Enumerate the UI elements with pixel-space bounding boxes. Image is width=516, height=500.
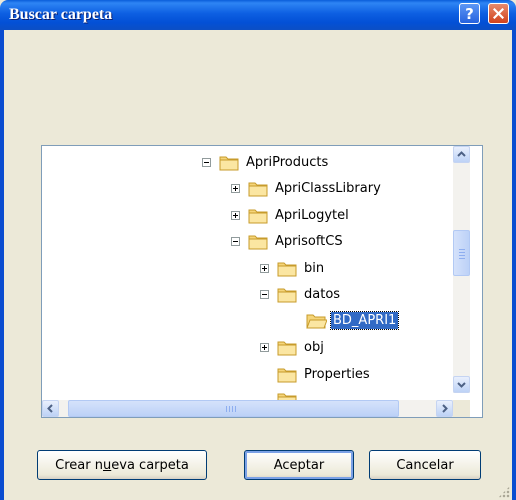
resize-grip-icon[interactable] — [498, 486, 510, 498]
tree-item-label: ApriClassLibrary — [275, 180, 381, 196]
collapse-icon[interactable] — [260, 289, 269, 299]
expand-icon[interactable] — [260, 342, 269, 352]
scroll-up-button[interactable] — [453, 146, 470, 163]
cancel-button[interactable]: Cancelar — [369, 450, 481, 480]
scroll-left-button[interactable] — [42, 400, 59, 417]
tree-item-label: AprisoftCS — [275, 233, 343, 249]
collapse-icon[interactable] — [231, 236, 240, 246]
tree-item-label: bin — [304, 260, 325, 276]
window-frame-left — [0, 30, 4, 500]
tree-item-bin[interactable]: bin — [260, 255, 326, 281]
tree-item-label: ApriLogytel — [275, 207, 349, 223]
new-folder-button[interactable]: Crear nueva carpeta — [37, 450, 207, 480]
folder-icon — [277, 368, 297, 382]
expand-icon[interactable] — [231, 183, 240, 193]
open-folder-icon — [306, 314, 327, 328]
tree-item-label: datos — [304, 286, 341, 302]
help-button[interactable]: ? — [459, 3, 480, 24]
window-title: Buscar carpeta — [9, 6, 113, 23]
horizontal-scroll-thumb[interactable] — [68, 400, 399, 417]
folder-icon — [219, 156, 239, 170]
cancel-label: Cancelar — [396, 457, 454, 473]
tree-item-datos[interactable]: datos — [260, 281, 342, 307]
title-bar[interactable]: Buscar carpeta ? — [0, 0, 516, 30]
window-frame-right — [512, 30, 516, 500]
arrow-down-icon — [457, 382, 466, 388]
arrow-right-icon — [442, 404, 448, 413]
tree-item-label: ApriProducts — [246, 154, 329, 170]
tree-item-apriclasslibrary[interactable]: ApriClassLibrary — [231, 175, 383, 201]
folder-icon — [248, 182, 268, 196]
scroll-right-button[interactable] — [436, 400, 453, 417]
tree-item-label-selected: BD_APRI1 — [329, 310, 400, 330]
scroll-down-button[interactable] — [453, 376, 470, 393]
collapse-icon[interactable] — [202, 157, 211, 167]
arrow-left-icon — [47, 404, 53, 413]
folder-icon — [248, 209, 268, 223]
tree-item-apriproducts[interactable]: ApriProducts — [202, 149, 330, 175]
folder-tree[interactable]: ApriProducts ApriClassLibrary ApriLogyte… — [41, 145, 483, 418]
folder-icon — [248, 235, 268, 249]
expand-icon[interactable] — [260, 263, 269, 273]
folder-icon — [277, 262, 297, 276]
new-folder-label: Crear nueva carpeta — [55, 457, 189, 473]
tree-item-aprisoftcs[interactable]: AprisoftCS — [231, 228, 345, 254]
tree-item-label: Properties — [304, 366, 370, 382]
tree-item-label: obj — [304, 339, 324, 355]
tree-item-aprilogytel[interactable]: ApriLogytel — [231, 202, 351, 228]
horizontal-scrollbar[interactable] — [42, 400, 453, 417]
tree-item-obj[interactable]: obj — [260, 334, 326, 360]
accept-button[interactable]: Aceptar — [244, 450, 354, 480]
help-icon: ? — [465, 4, 474, 23]
tree-item-properties[interactable]: Properties — [277, 361, 372, 387]
vertical-scrollbar[interactable] — [453, 146, 470, 393]
folder-icon — [277, 288, 297, 302]
scrollbar-corner — [453, 400, 470, 417]
folder-icon — [277, 341, 297, 355]
expand-icon[interactable] — [231, 210, 240, 220]
close-button[interactable] — [488, 3, 509, 24]
close-icon — [493, 8, 504, 19]
tree-item-bd-apri1[interactable]: BD_APRI1 — [306, 307, 400, 333]
accept-label: Aceptar — [273, 457, 325, 473]
arrow-up-icon — [457, 151, 466, 157]
vertical-scroll-thumb[interactable] — [453, 230, 470, 276]
